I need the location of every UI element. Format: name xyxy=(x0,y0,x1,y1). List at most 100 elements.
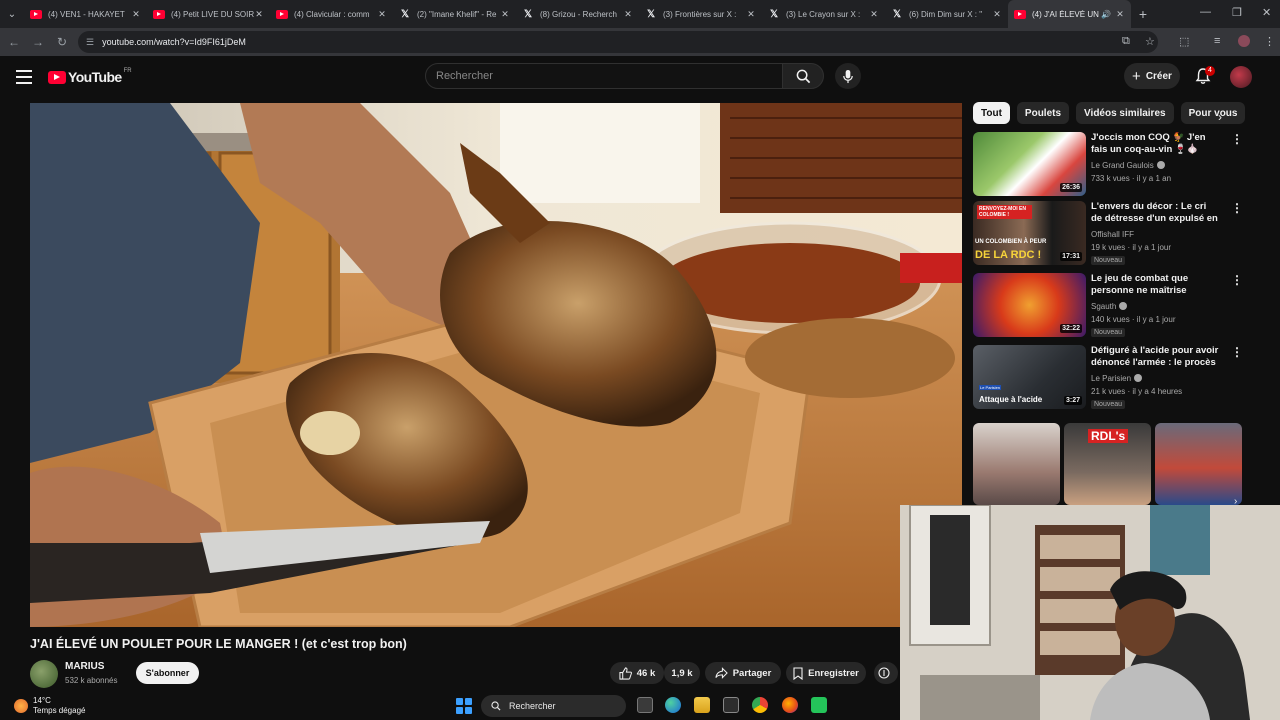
channel-name[interactable]: MARIUS xyxy=(65,661,104,672)
chip-similar-videos[interactable]: Vidéos similaires xyxy=(1076,102,1174,124)
new-tab-button[interactable]: + xyxy=(1131,6,1155,22)
x-icon: 𝕏 xyxy=(892,8,902,20)
video-title[interactable]: Le jeu de combat que personne ne maîtris… xyxy=(1091,273,1219,297)
taskbar-weather-widget[interactable]: 14°C Temps dégagé xyxy=(14,694,85,718)
video-thumbnail[interactable]: 26:36 xyxy=(973,132,1086,196)
site-info-icon[interactable]: ☰ xyxy=(86,37,94,48)
more-vert-icon[interactable]: ⋮ xyxy=(1231,201,1243,215)
windows-start-icon[interactable] xyxy=(456,698,472,714)
channel-name[interactable]: Sgauth xyxy=(1091,302,1128,311)
recommendation-item[interactable]: Le Parisien Attaque à l'acide 3:27 Défig… xyxy=(973,345,1273,411)
more-vert-icon[interactable]: ⋮ xyxy=(1231,132,1243,146)
more-vert-icon[interactable]: ⋮ xyxy=(1264,35,1275,48)
chip-chickens[interactable]: Poulets xyxy=(1016,102,1070,124)
short-thumbnail[interactable] xyxy=(1155,423,1242,505)
channel-name[interactable]: Le Grand Gaulois xyxy=(1091,161,1165,170)
profile-icon[interactable] xyxy=(1238,35,1250,47)
bookmark-star-icon[interactable]: ☆ xyxy=(1145,35,1155,48)
more-vert-icon[interactable]: ⋮ xyxy=(1231,345,1243,359)
close-icon[interactable]: ✕ xyxy=(500,9,510,20)
video-title[interactable]: J'occis mon COQ 🐓 J'en fais un coq-au-vi… xyxy=(1091,132,1219,156)
chip-all[interactable]: Tout xyxy=(973,102,1010,124)
extensions-icon[interactable]: ⬚ xyxy=(1179,35,1189,48)
forward-icon[interactable]: → xyxy=(26,35,50,49)
recommendation-item[interactable]: RENVOYEZ-MOI EN COLOMBIE ! UN COLOMBIEN … xyxy=(973,201,1273,267)
channel-name-text: Le Grand Gaulois xyxy=(1091,161,1154,170)
close-icon[interactable]: ✕ xyxy=(869,9,879,20)
share-button[interactable]: Partager xyxy=(705,662,781,684)
tab-search-icon[interactable]: ⌄ xyxy=(0,0,24,28)
close-icon[interactable]: ✕ xyxy=(623,9,633,20)
edge-browser-icon[interactable] xyxy=(665,697,681,713)
channel-name[interactable]: Offishall IFF xyxy=(1091,230,1134,239)
taskbar-search[interactable]: Rechercher xyxy=(481,695,626,717)
browser-tab-active[interactable]: (4) J'AI ÉLEVÉ UN 🔊 ✕ xyxy=(1008,0,1131,28)
new-badge: Nouveau xyxy=(1091,400,1126,409)
reading-list-icon[interactable]: ≡ xyxy=(1214,35,1220,47)
more-vert-icon[interactable]: ⋮ xyxy=(1231,273,1243,287)
close-icon[interactable]: ✕ xyxy=(131,9,141,20)
store-icon[interactable] xyxy=(723,697,739,713)
verified-icon xyxy=(1134,374,1143,382)
install-app-icon[interactable]: ⧉ xyxy=(1122,35,1130,48)
chevron-right-icon[interactable]: › xyxy=(1218,110,1222,124)
save-button[interactable]: Enregistrer xyxy=(786,662,866,684)
close-icon[interactable]: ✕ xyxy=(377,9,387,20)
short-thumbnail[interactable]: RDL's xyxy=(1064,423,1151,505)
create-button[interactable]: + Créer xyxy=(1124,63,1180,89)
recommendation-item[interactable]: 26:36 J'occis mon COQ 🐓 J'en fais un coq… xyxy=(973,132,1273,198)
firefox-icon[interactable] xyxy=(782,697,798,713)
browser-tab[interactable]: (4) Clavicular : comm ✕ xyxy=(270,0,393,28)
channel-avatar[interactable] xyxy=(30,660,58,688)
thanks-button[interactable] xyxy=(874,662,898,684)
search-input[interactable] xyxy=(436,70,782,82)
back-icon[interactable]: ← xyxy=(2,35,26,49)
browser-tab[interactable]: 𝕏 (3) Le Crayon sur X : ✕ xyxy=(762,0,885,28)
close-icon[interactable]: ✕ xyxy=(746,9,756,20)
browser-tab[interactable]: 𝕏 (2) "Imane Khelif" - Re ✕ xyxy=(393,0,516,28)
subscribe-button[interactable]: S'abonner xyxy=(136,662,199,684)
browser-tab[interactable]: 𝕏 (8) Grizou - Recherch ✕ xyxy=(516,0,639,28)
duration-badge: 17:31 xyxy=(1060,252,1082,261)
voice-search-button[interactable] xyxy=(835,63,861,89)
video-thumbnail[interactable]: 32:22 xyxy=(973,273,1086,337)
tab-label: (4) Petit LIVE DU SOIR xyxy=(171,9,254,19)
notification-count-badge: 4 xyxy=(1205,66,1215,76)
browser-tab[interactable]: 𝕏 (6) Dim Dim sur X : " ✕ xyxy=(885,0,1008,28)
search-button[interactable] xyxy=(782,63,824,89)
maximize-icon[interactable]: ❐ xyxy=(1232,6,1242,19)
app-icon[interactable] xyxy=(811,697,827,713)
video-thumbnail[interactable]: RENVOYEZ-MOI EN COLOMBIE ! UN COLOMBIEN … xyxy=(973,201,1086,265)
x-icon: 𝕏 xyxy=(523,8,533,20)
close-icon[interactable]: ✕ xyxy=(254,9,264,20)
like-button[interactable]: 46 k xyxy=(610,662,664,684)
address-bar[interactable]: ☰ youtube.com/watch?v=Id9FI61jDeM xyxy=(78,31,1158,53)
video-title[interactable]: Défiguré à l'acide pour avoir dénoncé l'… xyxy=(1091,345,1219,369)
chrome-icon[interactable] xyxy=(752,697,768,713)
video-player[interactable] xyxy=(30,103,962,627)
video-title[interactable]: L'envers du décor : Le cri de détresse d… xyxy=(1091,201,1219,225)
menu-icon[interactable] xyxy=(16,70,32,84)
plus-icon: + xyxy=(1132,67,1141,85)
speaker-icon[interactable]: 🔊 xyxy=(1101,10,1111,19)
close-icon[interactable]: ✕ xyxy=(992,9,1002,20)
account-avatar[interactable] xyxy=(1230,66,1252,88)
task-view-icon[interactable] xyxy=(637,697,653,713)
dislike-button[interactable]: 1,9 k xyxy=(664,662,700,684)
browser-tab[interactable]: (4) Petit LIVE DU SOIR ✕ xyxy=(147,0,270,28)
recommendation-item[interactable]: 32:22 Le jeu de combat que personne ne m… xyxy=(973,273,1273,339)
youtube-logo[interactable]: YouTube FR xyxy=(48,68,132,85)
short-thumbnail[interactable] xyxy=(973,423,1060,505)
video-thumbnail[interactable]: Le Parisien Attaque à l'acide 3:27 xyxy=(973,345,1086,409)
reload-icon[interactable]: ↻ xyxy=(50,35,74,49)
close-window-icon[interactable]: ✕ xyxy=(1262,6,1271,19)
channel-name[interactable]: Le Parisien xyxy=(1091,374,1143,383)
new-badge: Nouveau xyxy=(1091,256,1126,265)
close-icon[interactable]: ✕ xyxy=(1115,9,1125,20)
browser-tab[interactable]: (4) VEN1 - HAKAYET ✕ xyxy=(24,0,147,28)
chip-for-you[interactable]: Pour vous xyxy=(1180,102,1246,124)
search-icon xyxy=(491,701,501,711)
minimize-icon[interactable]: — xyxy=(1200,6,1211,18)
file-explorer-icon[interactable] xyxy=(694,697,710,713)
browser-tab[interactable]: 𝕏 (3) Frontières sur X : ✕ xyxy=(639,0,762,28)
